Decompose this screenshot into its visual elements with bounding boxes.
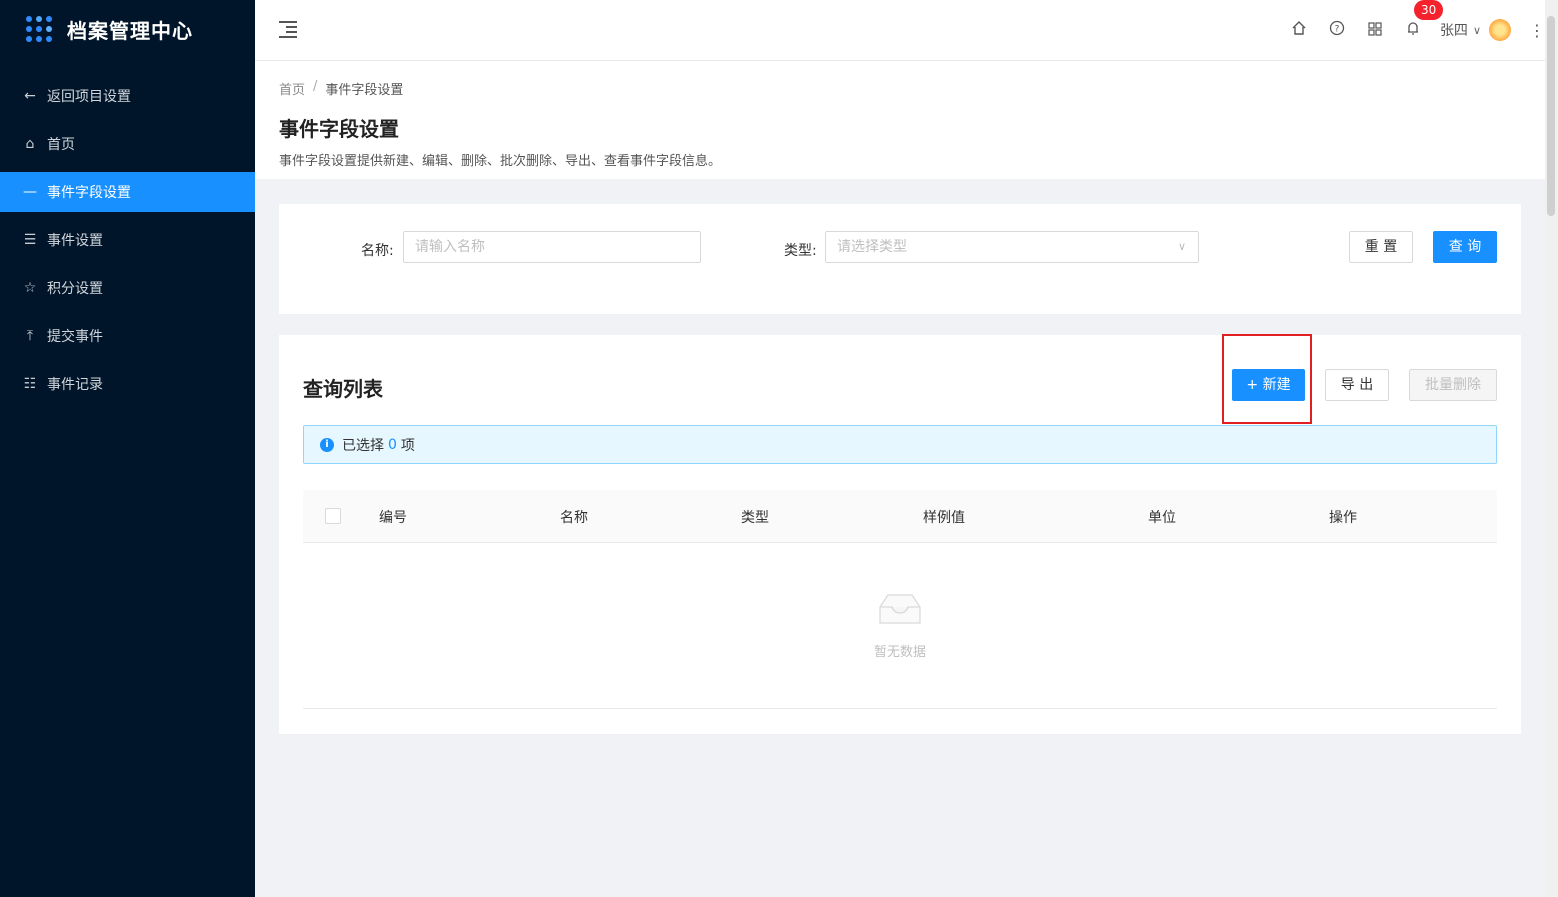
search-button[interactable]: 查 询 bbox=[1433, 231, 1497, 263]
selected-suffix: 项 bbox=[400, 437, 415, 454]
breadcrumb-separator: / bbox=[313, 79, 318, 94]
app-grid-icon bbox=[26, 16, 52, 42]
column-header-sample-value[interactable]: 样例值 bbox=[923, 507, 965, 527]
breadcrumb-current: 事件字段设置 bbox=[325, 83, 404, 98]
type-select-placeholder: 请选择类型 bbox=[837, 239, 907, 255]
star-icon: ☆ bbox=[23, 280, 37, 296]
sidebar-item-points-settings[interactable]: ☆ 积分设置 bbox=[0, 268, 255, 308]
query-form: 名称: 请输入名称 类型: 请选择类型 ∨ 重 置 查 询 bbox=[279, 204, 1521, 314]
selected-count: 0 bbox=[388, 436, 397, 453]
sidebar-item-label: 事件设置 bbox=[47, 233, 103, 249]
name-label: 名称: bbox=[361, 243, 394, 259]
user-name: 张四 bbox=[1439, 23, 1468, 39]
help-icon[interactable]: ? bbox=[1318, 20, 1356, 40]
export-button[interactable]: 导 出 bbox=[1325, 369, 1389, 401]
sidebar-item-label: 事件记录 bbox=[47, 377, 103, 393]
name-input[interactable]: 请输入名称 bbox=[403, 231, 701, 263]
sidebar-item-event-records[interactable]: ☷ 事件记录 bbox=[0, 364, 255, 404]
list-title: 查询列表 bbox=[303, 377, 383, 401]
sidebar-item-label: 提交事件 bbox=[47, 329, 103, 345]
type-select[interactable]: 请选择类型 ∨ bbox=[825, 231, 1199, 263]
app-title: 档案管理中心 bbox=[67, 18, 193, 43]
sidebar: 档案管理中心 ← 返回项目设置 ⌂ 首页 — 事件字段设置 ☰ 事件设置 ☆ 积… bbox=[0, 0, 255, 897]
arrow-left-icon: ← bbox=[24, 88, 36, 104]
home-icon[interactable] bbox=[1280, 20, 1318, 40]
type-label: 类型: bbox=[784, 243, 817, 259]
sidebar-item-event-settings[interactable]: ☰ 事件设置 bbox=[0, 220, 255, 260]
breadcrumb-home[interactable]: 首页 bbox=[279, 79, 305, 98]
batch-delete-button: 批量删除 bbox=[1409, 369, 1497, 401]
user-menu[interactable]: 张四 ∨ bbox=[1440, 19, 1511, 41]
header-actions: ? 30 张四 ∨ ⋮ bbox=[1280, 0, 1545, 60]
query-list-card: 查询列表 + 新建 导 出 批量删除 i 已选择 0 项 编号 名称 类型 样例… bbox=[279, 334, 1521, 734]
selected-prefix: 已选择 bbox=[342, 437, 384, 454]
table-header: 编号 名称 类型 样例值 单位 操作 bbox=[303, 490, 1497, 543]
empty-inbox-icon bbox=[879, 594, 921, 624]
sidebar-item-label: 积分设置 bbox=[47, 281, 103, 297]
sidebar-item-label: 返回项目设置 bbox=[47, 89, 131, 105]
notification-bell-icon[interactable]: 30 bbox=[1394, 0, 1444, 40]
minus-icon: — bbox=[23, 184, 37, 200]
select-all-checkbox[interactable] bbox=[325, 508, 341, 524]
sidebar-item-label: 首页 bbox=[47, 137, 75, 153]
more-vertical-icon[interactable]: ⋮ bbox=[1529, 21, 1545, 40]
upload-icon: ⤒ bbox=[26, 328, 34, 344]
sidebar-menu: ← 返回项目设置 ⌂ 首页 — 事件字段设置 ☰ 事件设置 ☆ 积分设置 ⤒ 提… bbox=[0, 76, 255, 404]
menu-icon: ☰ bbox=[23, 232, 37, 248]
info-icon: i bbox=[320, 437, 334, 452]
top-header: ? 30 张四 ∨ ⋮ bbox=[255, 0, 1545, 60]
home-icon: ⌂ bbox=[25, 136, 35, 152]
column-header-unit[interactable]: 单位 bbox=[1148, 507, 1176, 527]
sidebar-item-label: 事件字段设置 bbox=[47, 185, 131, 201]
empty-state: 暂无数据 bbox=[303, 543, 1497, 709]
sidebar-item-home[interactable]: ⌂ 首页 bbox=[0, 124, 255, 164]
list-icon: ☷ bbox=[23, 376, 37, 392]
apps-grid-icon[interactable] bbox=[1356, 21, 1394, 40]
highlight-box bbox=[1222, 334, 1312, 424]
sidebar-item-back-to-project-settings[interactable]: ← 返回项目设置 bbox=[0, 76, 255, 116]
page-description: 事件字段设置提供新建、编辑、删除、批次删除、导出、查看事件字段信息。 bbox=[279, 154, 722, 169]
breadcrumb: 首页 / 事件字段设置 bbox=[279, 61, 1545, 98]
svg-text:?: ? bbox=[1335, 25, 1340, 35]
sidebar-item-event-field-settings[interactable]: — 事件字段设置 bbox=[0, 172, 255, 212]
empty-text: 暂无数据 bbox=[873, 645, 926, 660]
notification-badge: 30 bbox=[1413, 0, 1444, 20]
column-header-type[interactable]: 类型 bbox=[741, 507, 769, 527]
column-header-actions[interactable]: 操作 bbox=[1329, 507, 1357, 527]
page-title: 事件字段设置 bbox=[279, 117, 399, 141]
scrollbar-thumb[interactable] bbox=[1547, 16, 1555, 216]
column-header-name[interactable]: 名称 bbox=[560, 507, 588, 527]
name-input-placeholder: 请输入名称 bbox=[415, 239, 485, 255]
page-header: 首页 / 事件字段设置 事件字段设置 事件字段设置提供新建、编辑、删除、批次删除… bbox=[255, 61, 1545, 179]
selection-alert: i 已选择 0 项 bbox=[303, 425, 1497, 464]
logo: 档案管理中心 bbox=[0, 0, 255, 58]
reset-button[interactable]: 重 置 bbox=[1349, 231, 1413, 263]
column-header-id[interactable]: 编号 bbox=[379, 507, 407, 527]
menu-fold-icon[interactable] bbox=[279, 20, 299, 38]
page-scrollbar[interactable] bbox=[1545, 0, 1558, 897]
chevron-down-icon: ∨ bbox=[1472, 23, 1481, 37]
avatar bbox=[1489, 19, 1511, 41]
sidebar-item-submit-event[interactable]: ⤒ 提交事件 bbox=[0, 316, 255, 356]
chevron-down-icon: ∨ bbox=[1177, 240, 1186, 253]
